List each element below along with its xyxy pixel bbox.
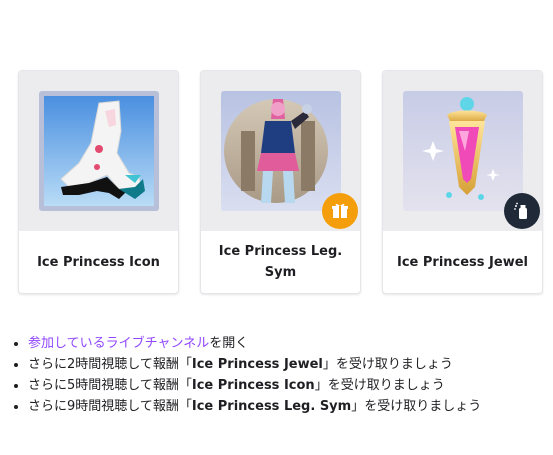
shoe-icon — [39, 91, 159, 211]
reward-card: Ice Princess Icon — [18, 70, 179, 294]
reward-name: Ice Princess Icon — [191, 378, 315, 393]
instruction-item: さらに2時間視聴して報酬「Ice Princess Jewel」を受け取りましょ… — [28, 354, 481, 375]
live-channel-link[interactable]: 参加しているライブチャンネル — [28, 336, 209, 351]
reward-title: Ice Princess Leg. Sym — [218, 244, 343, 280]
reward-card-media — [383, 71, 542, 231]
reward-card: Ice Princess Jewel — [382, 70, 543, 294]
reward-name: Ice Princess Leg. Sym — [191, 399, 352, 414]
reward-card-media — [19, 71, 178, 231]
reward-title: Ice Princess Icon — [37, 254, 160, 270]
instruction-text: 」を受け取りましょう — [314, 378, 445, 393]
spray-icon — [514, 202, 527, 219]
instruction-text: さらに5時間視聴して報酬「 — [28, 378, 192, 393]
reward-card-media — [201, 71, 360, 231]
instructions-list: 参加しているライブチャンネルを開く さらに2時間視聴して報酬「Ice Princ… — [8, 333, 481, 417]
instruction-text: さらに2時間視聴して報酬「 — [28, 357, 192, 372]
reward-thumbnail — [403, 91, 523, 211]
character-portrait — [221, 91, 341, 211]
gift-badge — [322, 193, 358, 229]
gift-icon — [332, 203, 348, 218]
reward-card: Ice Princess Leg. Sym — [200, 70, 361, 294]
instruction-item: さらに5時間視聴して報酬「Ice Princess Icon」を受け取りましょう — [28, 375, 481, 396]
instruction-text: を開く — [209, 336, 249, 351]
instruction-text: さらに9時間視聴して報酬「 — [28, 399, 192, 414]
reward-cards: Ice Princess Icon Ice Princess Leg. Sym … — [18, 70, 543, 294]
instruction-item: さらに9時間視聴して報酬「Ice Princess Leg. Sym」を受け取り… — [28, 396, 481, 417]
spray-badge — [504, 193, 540, 229]
instruction-text: 」を受け取りましょう — [351, 399, 482, 414]
reward-thumbnail — [221, 91, 341, 211]
jewel-charm-icon — [403, 91, 523, 211]
reward-thumbnail — [39, 91, 159, 211]
reward-title: Ice Princess Jewel — [397, 254, 528, 270]
instruction-text: 」を受け取りましょう — [322, 357, 453, 372]
reward-name: Ice Princess Jewel — [191, 357, 323, 372]
instruction-item: 参加しているライブチャンネルを開く — [28, 333, 481, 354]
